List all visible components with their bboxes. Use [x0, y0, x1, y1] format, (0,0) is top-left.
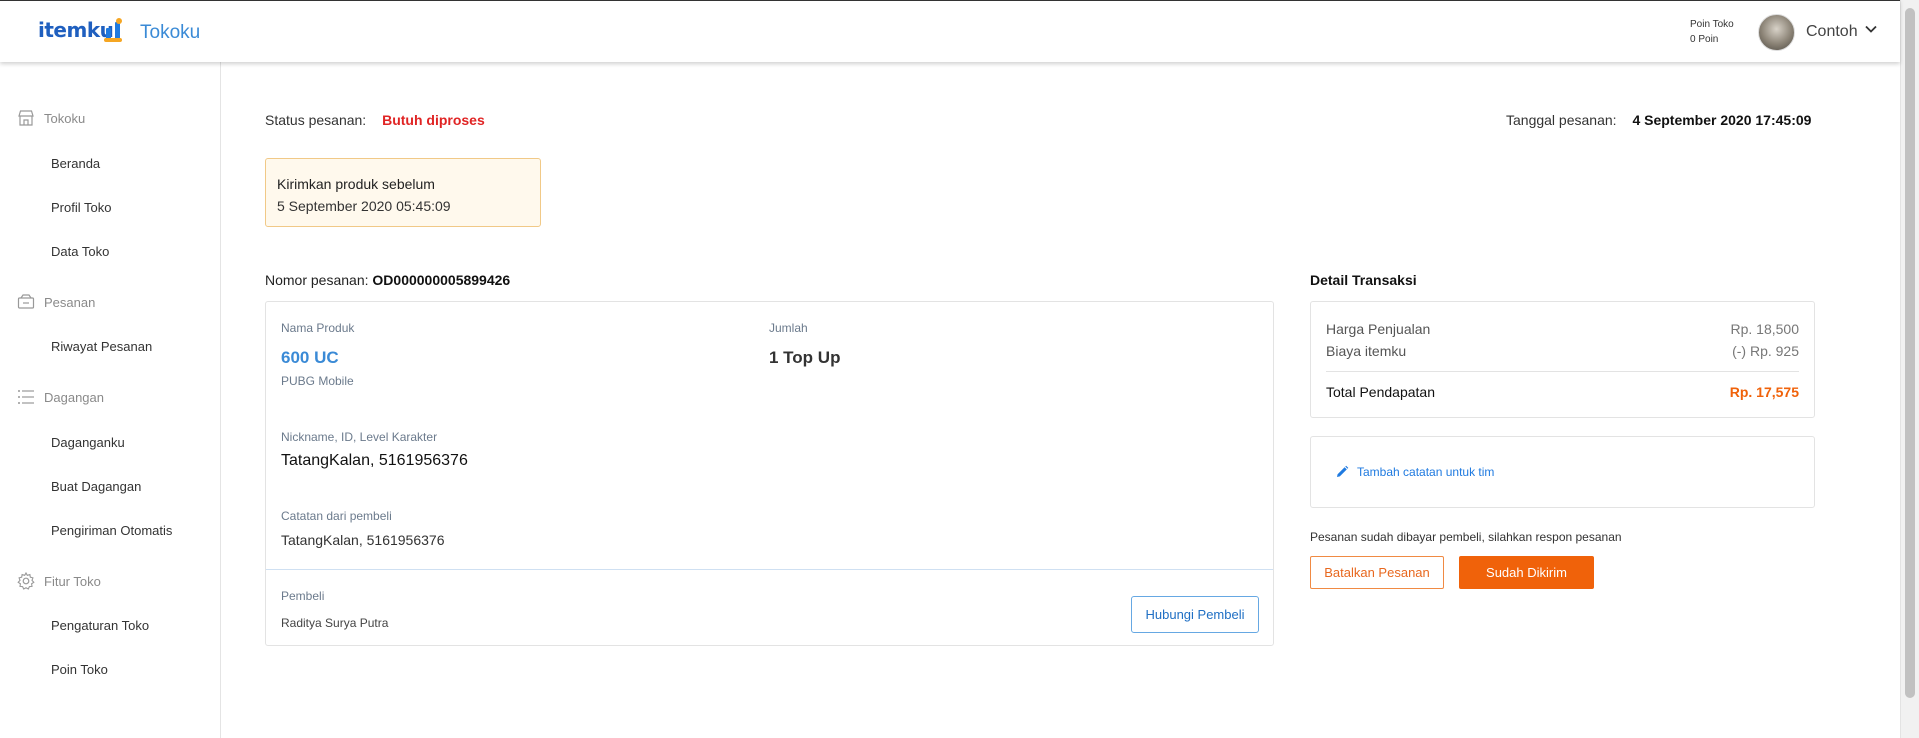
mark-sent-button[interactable]: Sudah Dikirim [1459, 556, 1594, 589]
sale-price-label: Harga Penjualan [1326, 321, 1431, 337]
nickname-label: Nickname, ID, Level Karakter [281, 430, 438, 444]
sidebar-section-pesanan: Pesanan [16, 292, 95, 312]
scrollbar[interactable] [1900, 0, 1919, 738]
divider [1326, 371, 1799, 372]
sidebar-item-buat-dagangan[interactable]: Buat Dagangan [51, 479, 141, 494]
deadline-title: Kirimkan produk sebelum [277, 176, 435, 192]
order-status-label: Status pesanan: [265, 112, 367, 128]
scrollbar-thumb[interactable] [1905, 8, 1915, 698]
order-number-value: OD000000005899426 [372, 272, 511, 288]
sidebar-section-title: Pesanan [44, 294, 96, 310]
total-income-label: Total Pendapatan [1326, 384, 1435, 400]
store-points[interactable]: Poin Toko 0 Poin [1690, 17, 1734, 47]
buyer-note-label: Catatan dari pembeli [281, 509, 392, 523]
sidebar-section-title: Dagangan [44, 389, 104, 405]
sidebar-item-beranda[interactable]: Beranda [51, 156, 100, 171]
itemku-fee-label: Biaya itemku [1326, 343, 1407, 359]
divider [266, 569, 1273, 570]
sidebar-section-title: Tokoku [44, 110, 86, 126]
product-name: 600 UC [281, 348, 339, 367]
sidebar-section-fitur-toko: Fitur Toko [16, 571, 101, 591]
order-date-label: Tanggal pesanan: [1506, 112, 1617, 128]
sidebar-section-tokoku: Tokoku [16, 108, 85, 128]
paid-message: Pesanan sudah dibayar pembeli, silahkan … [1310, 530, 1622, 544]
product-game: PUBG Mobile [281, 374, 354, 388]
store-points-label: Poin Toko [1690, 19, 1734, 30]
transaction-detail-card: Harga Penjualan Rp. 18,500 Biaya itemku … [1310, 301, 1815, 418]
buyer-label: Pembeli [281, 589, 325, 603]
sidebar-item-daganganku[interactable]: Daganganku [51, 435, 125, 450]
buyer-note-value: TatangKalan, 5161956376 [281, 532, 445, 548]
order-detail-card: Nama Produk 600 UC PUBG Mobile Jumlah 1 … [265, 301, 1274, 646]
itemku-fee-value: (-) Rp. 925 [1732, 343, 1799, 359]
order-number-label: Nomor pesanan: [265, 272, 369, 288]
sidebar-item-pengiriman-otomatis[interactable]: Pengiriman Otomatis [51, 523, 172, 538]
sale-price-value: Rp. 18,500 [1730, 321, 1800, 337]
order-status-value: Butuh diproses [382, 112, 485, 128]
send-deadline-box: Kirimkan produk sebelum 5 September 2020… [265, 158, 541, 227]
sidebar-section-title: Fitur Toko [44, 573, 101, 589]
chevron-down-icon[interactable] [1865, 23, 1877, 35]
user-name[interactable]: Contoh [1806, 23, 1858, 41]
list-icon [18, 390, 34, 404]
order-box-icon [17, 294, 35, 309]
pencil-icon [1337, 465, 1349, 477]
quantity-label: Jumlah [769, 321, 808, 335]
user-avatar[interactable] [1758, 14, 1795, 51]
sidebar-item-pengaturan-toko[interactable]: Pengaturan Toko [51, 618, 149, 633]
buyer-name: Raditya Surya Putra [281, 616, 389, 630]
quantity-value: 1 Top Up [769, 348, 841, 367]
store-points-value: 0 Poin [1690, 34, 1719, 45]
top-header: itemku Tokoku Poin Toko 0 Poin Contoh [0, 0, 1900, 62]
store-icon [18, 110, 34, 126]
sidebar-item-data-toko[interactable]: Data Toko [51, 244, 109, 259]
itemku-logo[interactable]: itemku [38, 18, 114, 42]
product-name-label: Nama Produk [281, 321, 355, 335]
nickname-value: TatangKalan, 5161956376 [281, 452, 468, 469]
sidebar-item-riwayat-pesanan[interactable]: Riwayat Pesanan [51, 339, 152, 354]
add-team-note-link[interactable]: Tambah catatan untuk tim [1335, 465, 1494, 479]
team-note-card: Tambah catatan untuk tim [1310, 436, 1815, 508]
add-team-note-label: Tambah catatan untuk tim [1357, 465, 1495, 479]
sidebar-section-dagangan: Dagangan [16, 387, 104, 407]
transaction-title: Detail Transaksi [1310, 272, 1417, 288]
sidebar-item-poin-toko[interactable]: Poin Toko [51, 662, 108, 677]
sidebar-item-profil-toko[interactable]: Profil Toko [51, 200, 111, 215]
deadline-value: 5 September 2020 05:45:09 [277, 198, 451, 214]
itemku-logo-mark-icon [104, 18, 124, 43]
cancel-order-button[interactable]: Batalkan Pesanan [1310, 556, 1444, 589]
order-date-value: 4 September 2020 17:45:09 [1632, 112, 1812, 128]
total-income-value: Rp. 17,575 [1729, 384, 1799, 400]
order-date: Tanggal pesanan: 4 September 2020 17:45:… [1506, 112, 1811, 128]
app-title[interactable]: Tokoku [140, 22, 200, 44]
gear-icon [17, 571, 35, 590]
contact-buyer-button[interactable]: Hubungi Pembeli [1131, 596, 1259, 633]
order-number: Nomor pesanan: OD000000005899426 [265, 272, 510, 288]
order-status: Status pesanan: Butuh diproses [265, 112, 485, 128]
sidebar: Tokoku Beranda Profil Toko Data Toko Pes… [0, 62, 221, 738]
